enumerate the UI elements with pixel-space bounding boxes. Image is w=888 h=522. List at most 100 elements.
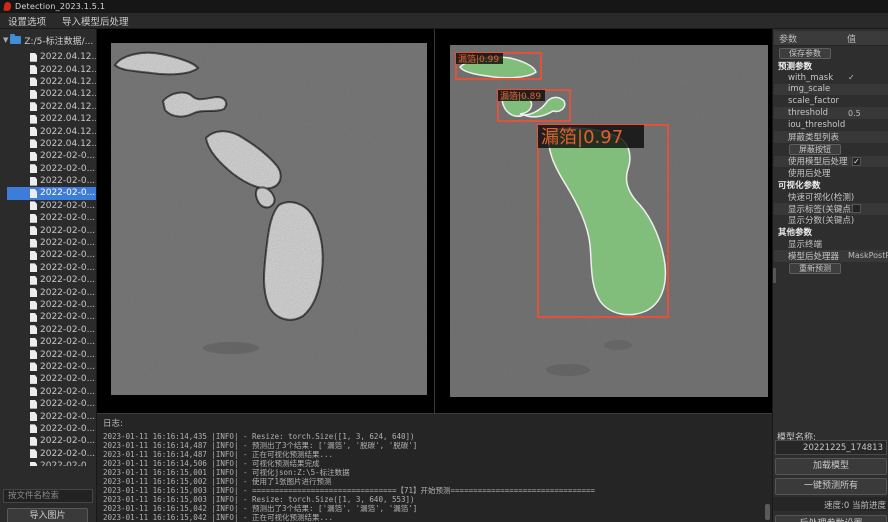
tree-item[interactable]: 2022-02-0... xyxy=(7,398,96,410)
param-button[interactable]: 重新预测 xyxy=(789,263,841,274)
tree-item[interactable]: 2022-02-0... xyxy=(7,212,96,224)
menu-bar: 设置选项 导入模型后处理 xyxy=(0,13,888,29)
tree-item[interactable]: 2022-02-0... xyxy=(7,163,96,175)
file-icon xyxy=(30,65,37,74)
param-row[interactable]: scale_factor xyxy=(774,95,888,107)
param-label: with_mask xyxy=(788,73,833,83)
tree-item[interactable]: 2022-02-0... xyxy=(7,373,96,385)
param-label: 显示分数(关键点) xyxy=(788,214,854,226)
tree-item[interactable]: 2022-02-0... xyxy=(7,187,96,199)
param-label: img_scale xyxy=(788,84,830,94)
tree-item[interactable]: 2022-02-0... xyxy=(7,200,96,212)
tree-item-label: 2022.04.12... xyxy=(40,89,96,99)
tree-item[interactable]: 2022-02-0... xyxy=(7,175,96,187)
tree-item-label: 2022-02-0... xyxy=(40,238,95,248)
tree-item[interactable]: 2022-02-0... xyxy=(7,348,96,360)
param-section-header[interactable]: 其他参数 xyxy=(774,226,888,238)
tree-item[interactable]: 2022-02-0... xyxy=(7,262,96,274)
tree-item[interactable]: 2022-02-0... xyxy=(7,386,96,398)
file-icon xyxy=(30,350,37,359)
tree-item-label: 2022-02-0... xyxy=(40,399,95,409)
param-row[interactable]: 显示终端 xyxy=(774,238,888,250)
param-row[interactable]: threshold0.5 xyxy=(774,107,888,119)
menu-item-1[interactable]: 设置选项 xyxy=(8,14,46,28)
search-input[interactable] xyxy=(3,489,93,503)
tree-item[interactable]: 2022.04.12... xyxy=(7,76,96,88)
tree-item-label: 2022-02-0... xyxy=(40,374,95,384)
checkbox-checked-icon[interactable]: ✓ xyxy=(852,157,861,166)
param-value[interactable]: MaskPostPro xyxy=(848,251,888,260)
tree-item[interactable]: 2022-02-0... xyxy=(7,286,96,298)
tree-item[interactable]: 2022-02-0... xyxy=(7,311,96,323)
original-image-panel[interactable] xyxy=(111,43,427,395)
tree-item[interactable]: 2022-02-0... xyxy=(7,274,96,286)
tree-item[interactable]: 2022-02-0... xyxy=(7,460,96,466)
tree-item[interactable]: 2022-02-0... xyxy=(7,448,96,460)
tree-item[interactable]: 2022.04.12... xyxy=(7,88,96,100)
param-section-header[interactable]: 预测参数 xyxy=(774,60,888,72)
param-button[interactable]: 保存参数 xyxy=(779,48,831,59)
param-value[interactable]: 0.5 xyxy=(848,109,861,118)
param-row[interactable]: iou_threshold xyxy=(774,119,888,131)
param-row[interactable]: 快速可视化(检测) xyxy=(774,191,888,203)
tree-item[interactable]: 2022.04.12... xyxy=(7,101,96,113)
tree-item[interactable]: 2022-02-0... xyxy=(7,336,96,348)
tree-item[interactable]: 2022-02-0... xyxy=(7,435,96,447)
param-row[interactable]: 使用模型后处理✓ xyxy=(774,156,888,168)
log-scrollbar-thumb[interactable] xyxy=(765,504,770,520)
tree-item[interactable]: 2022.04.12... xyxy=(7,138,96,150)
params-panel: 参数 值 保存参数预测参数with_mask✓img_scalescale_fa… xyxy=(772,29,888,522)
param-row[interactable]: 模型后处理器MaskPostPro xyxy=(774,250,888,262)
load-model-button[interactable]: 加载模型 xyxy=(775,458,887,475)
viewer-split-divider[interactable] xyxy=(434,29,435,413)
file-icon xyxy=(30,325,37,334)
tree-item[interactable]: 2022-02-0... xyxy=(7,324,96,336)
tree-item[interactable]: 2022-02-0... xyxy=(7,224,96,236)
param-label: iou_threshold xyxy=(788,120,845,130)
param-row[interactable]: 显示标签(关键点) xyxy=(774,203,888,215)
tree-item[interactable]: 2022-02-0... xyxy=(7,423,96,435)
import-images-button[interactable]: 导入图片 xyxy=(7,508,88,522)
tree-item[interactable]: 2022-02-0... xyxy=(7,299,96,311)
tree-item[interactable]: 2022-02-0... xyxy=(7,150,96,162)
file-icon xyxy=(30,424,37,433)
tree-item-label: 2022-02-0... xyxy=(40,325,95,335)
param-label: 使用后处理 xyxy=(788,167,831,179)
tree-item[interactable]: 2022-02-0... xyxy=(7,361,96,373)
param-button[interactable]: 屏蔽按钮 xyxy=(789,144,841,155)
file-icon xyxy=(30,115,37,124)
original-image-canvas xyxy=(111,43,427,395)
tree-item[interactable]: 2022-02-0... xyxy=(7,249,96,261)
tree-item[interactable]: 2022.04.12... xyxy=(7,113,96,125)
tree-item[interactable]: 2022-02-0... xyxy=(7,237,96,249)
model-name-field[interactable]: 20221225_174813 xyxy=(775,440,887,455)
tree-item-label: 2022-02-0... xyxy=(40,201,95,211)
param-row[interactable]: 屏蔽类型列表 xyxy=(774,131,888,143)
file-icon xyxy=(30,90,37,99)
file-icon xyxy=(30,201,37,210)
param-row[interactable]: 使用后处理 xyxy=(774,167,888,179)
menu-item-2[interactable]: 导入模型后处理 xyxy=(62,14,129,28)
file-icon xyxy=(30,189,37,198)
param-row-button[interactable]: 重新预测 xyxy=(774,262,888,275)
window-title: Detection_2023.1.5.1 xyxy=(15,2,105,11)
prediction-image-panel[interactable]: 漏箔|0.99 漏箔|0.89 漏箔|0.97 xyxy=(450,45,768,397)
tree-item[interactable]: 2022.04.12... xyxy=(7,51,96,63)
tree-item-label: 2022-02-0... xyxy=(40,436,95,446)
param-row-button[interactable]: 保存参数 xyxy=(774,47,888,60)
checkbox-empty-icon[interactable] xyxy=(852,204,861,213)
param-value[interactable]: ✓ xyxy=(848,73,855,82)
param-row[interactable]: 显示分数(关键点) xyxy=(774,215,888,227)
tree-item[interactable]: 2022.04.12... xyxy=(7,125,96,137)
folder-icon xyxy=(10,36,21,44)
tree-item[interactable]: 2022.04.12... xyxy=(7,63,96,75)
param-row[interactable]: img_scale xyxy=(774,84,888,96)
param-row[interactable]: with_mask ✓ xyxy=(774,72,888,84)
tree-item[interactable]: 2022-02-0... xyxy=(7,410,96,422)
param-row-button[interactable]: 屏蔽按钮 xyxy=(774,143,888,156)
log-line: 2023-01-11 16:16:15,002 |INFO| - 使用了1张图片… xyxy=(103,477,772,486)
postprocess-settings-button[interactable]: 后处理参数设置 xyxy=(775,515,887,522)
tree-root-node[interactable]: ▼ Z:/5-标注数据/... xyxy=(0,33,96,47)
param-section-header[interactable]: 可视化参数 xyxy=(774,179,888,191)
predict-all-button[interactable]: 一键预测所有 xyxy=(775,478,887,495)
